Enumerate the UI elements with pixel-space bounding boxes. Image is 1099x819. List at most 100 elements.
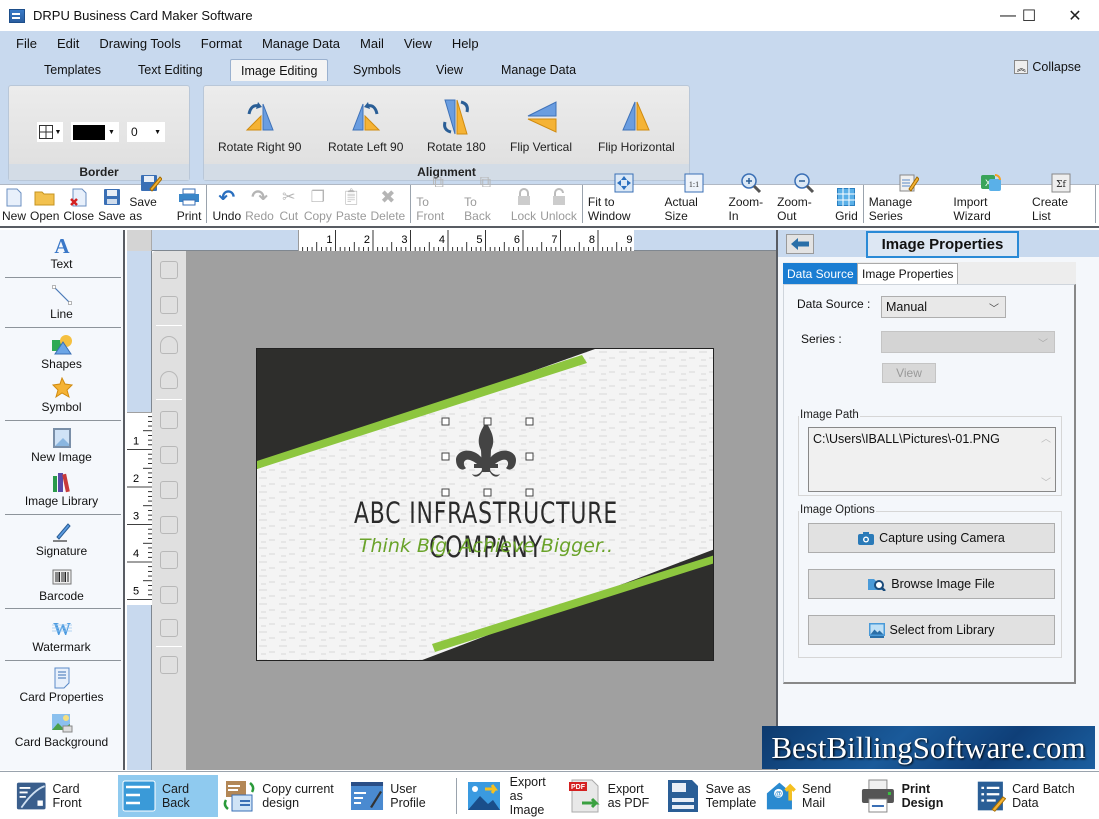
export-pdf-button[interactable]: PDF Export as PDF	[564, 775, 662, 817]
import-wizard-button[interactable]: X Import Wizard	[951, 173, 1030, 226]
tab-symbols[interactable]: Symbols	[343, 59, 411, 81]
image-library-tool[interactable]: Image Library	[0, 471, 123, 508]
fit-to-window-button[interactable]: Fit to Window	[586, 173, 663, 226]
border-color-dropdown[interactable]: ▼	[71, 122, 119, 142]
border-style-dropdown[interactable]: ▼	[37, 122, 63, 142]
to-front-button[interactable]: ⧉ To Front	[414, 173, 462, 226]
text-tool[interactable]: A Text	[0, 234, 123, 271]
browse-image-button[interactable]: Browse Image File	[808, 569, 1055, 599]
symbol-tool[interactable]: Symbol	[0, 377, 123, 414]
maximize-button[interactable]: ☐	[1006, 0, 1052, 31]
close-button[interactable]: ✕	[1052, 0, 1098, 31]
tab-image-properties[interactable]: Image Properties	[857, 263, 959, 284]
to-back-button[interactable]: ⧉ To Back	[462, 173, 509, 226]
delete-button[interactable]: ✖ Delete	[369, 187, 408, 226]
rotate-180-button[interactable]: Rotate 180	[427, 98, 486, 154]
card-back-button[interactable]: Card Back	[117, 774, 219, 817]
rotate-left-90-button[interactable]: Rotate Left 90	[328, 98, 403, 154]
save-button[interactable]: Save	[96, 187, 127, 226]
shapes-tool[interactable]: Shapes	[0, 334, 123, 371]
new-button[interactable]: New	[0, 187, 28, 226]
printer-icon	[861, 779, 894, 812]
menu-file[interactable]: File	[16, 36, 37, 51]
view-button[interactable]: View	[882, 363, 936, 383]
align-middle-icon[interactable]	[160, 551, 178, 569]
lock-button[interactable]: Lock	[509, 187, 538, 226]
send-backward-icon[interactable]	[160, 296, 178, 314]
redo-button[interactable]: ↷ Redo	[243, 187, 276, 226]
business-card[interactable]: ABC INFRASTRUCTURE COMPANY Think Big, Ac…	[256, 348, 714, 661]
tab-manage-data[interactable]: Manage Data	[491, 59, 586, 81]
barcode-tool-label: Barcode	[39, 589, 84, 603]
align-bottom-icon[interactable]	[160, 516, 178, 534]
tab-templates[interactable]: Templates	[34, 59, 111, 81]
zoom-icon[interactable]	[160, 656, 178, 674]
flip-horizontal-button[interactable]: Flip Horizontal	[598, 98, 675, 154]
zoom-in-button[interactable]: Zoom-In	[726, 173, 775, 226]
menu-drawing-tools[interactable]: Drawing Tools	[99, 36, 180, 51]
open-button[interactable]: Open	[28, 187, 61, 226]
user-profile-button[interactable]: User Profile	[346, 775, 453, 817]
card-batch-data-button[interactable]: Card Batch Data	[972, 775, 1099, 817]
align-right-icon[interactable]	[160, 446, 178, 464]
menu-manage-data[interactable]: Manage Data	[262, 36, 340, 51]
center-icon[interactable]	[160, 619, 178, 637]
tab-data-source[interactable]: Data Source	[783, 263, 858, 284]
tagline-text[interactable]: Think Big, Achieve Bigger..	[257, 535, 713, 557]
scroll-up-icon[interactable]: ︿	[1041, 430, 1051, 445]
unlock-icon[interactable]	[160, 371, 178, 389]
print-design-button[interactable]: Print Design	[856, 775, 972, 817]
series-select[interactable]: ﹀	[881, 331, 1055, 353]
align-top-icon[interactable]	[160, 481, 178, 499]
menu-view[interactable]: View	[404, 36, 432, 51]
card-background-tool[interactable]: Card Background	[0, 712, 123, 749]
line-tool[interactable]: Line	[0, 284, 123, 321]
card-front-button[interactable]: Card Front	[12, 775, 110, 817]
capture-camera-button[interactable]: Capture using Camera	[808, 523, 1055, 553]
barcode-tool[interactable]: Barcode	[0, 566, 123, 603]
image-path-textarea[interactable]: C:\Users\IBALL\Pictures\-01.PNG ︿ ﹀	[808, 427, 1056, 492]
copy-design-button[interactable]: Copy current design	[218, 775, 346, 817]
scroll-down-icon[interactable]: ﹀	[1041, 474, 1051, 489]
manage-series-button[interactable]: Manage Series	[867, 173, 952, 226]
align-left-icon[interactable]	[160, 411, 178, 429]
collapse-button[interactable]: ︽ Collapse	[1014, 60, 1081, 74]
menu-mail[interactable]: Mail	[360, 36, 384, 51]
copy-button[interactable]: ❐ Copy	[302, 187, 334, 226]
close-file-button[interactable]: Close	[61, 187, 96, 226]
back-button[interactable]	[786, 234, 814, 254]
menu-edit[interactable]: Edit	[57, 36, 79, 51]
tab-image-editing[interactable]: Image Editing	[230, 59, 329, 81]
watermark-tool[interactable]: W Watermark	[0, 617, 123, 654]
card-properties-tool[interactable]: Card Properties	[0, 667, 123, 704]
lock-icon[interactable]	[160, 336, 178, 354]
save-template-button[interactable]: Save as Template	[662, 775, 762, 817]
rotate-right-90-button[interactable]: Rotate Right 90	[218, 98, 301, 154]
new-image-tool[interactable]: New Image	[0, 427, 123, 464]
unlock-label: Unlock	[540, 209, 577, 223]
actual-size-button[interactable]: 1:1 Actual Size	[663, 173, 727, 226]
print-button[interactable]: Print	[175, 187, 204, 226]
undo-button[interactable]: ↶ Undo	[210, 187, 243, 226]
bring-forward-icon[interactable]	[160, 261, 178, 279]
select-library-button[interactable]: Select from Library	[808, 615, 1055, 645]
copy-design-icon	[223, 780, 255, 811]
grid-button[interactable]: Grid	[833, 187, 860, 226]
paste-button[interactable]: 📋︎ Paste	[334, 187, 369, 226]
tab-view[interactable]: View	[426, 59, 473, 81]
align-center-icon[interactable]	[160, 586, 178, 604]
create-list-button[interactable]: Σf Create List	[1030, 173, 1092, 226]
cut-button[interactable]: ✂ Cut	[276, 187, 302, 226]
export-image-button[interactable]: Export as Image	[460, 775, 564, 817]
menu-help[interactable]: Help	[452, 36, 479, 51]
tab-text-editing[interactable]: Text Editing	[128, 59, 213, 81]
unlock-button[interactable]: Unlock	[538, 187, 579, 226]
signature-tool[interactable]: Signature	[0, 521, 123, 558]
data-source-select[interactable]: Manual ﹀	[881, 296, 1006, 318]
zoom-out-button[interactable]: Zoom-Out	[775, 173, 833, 226]
send-mail-button[interactable]: @ Send Mail	[762, 775, 856, 817]
save-as-button[interactable]: Save as	[127, 173, 174, 226]
menu-format[interactable]: Format	[201, 36, 242, 51]
flip-vertical-button[interactable]: Flip Vertical	[510, 98, 572, 154]
border-width-dropdown[interactable]: 0 ▼	[127, 122, 165, 142]
